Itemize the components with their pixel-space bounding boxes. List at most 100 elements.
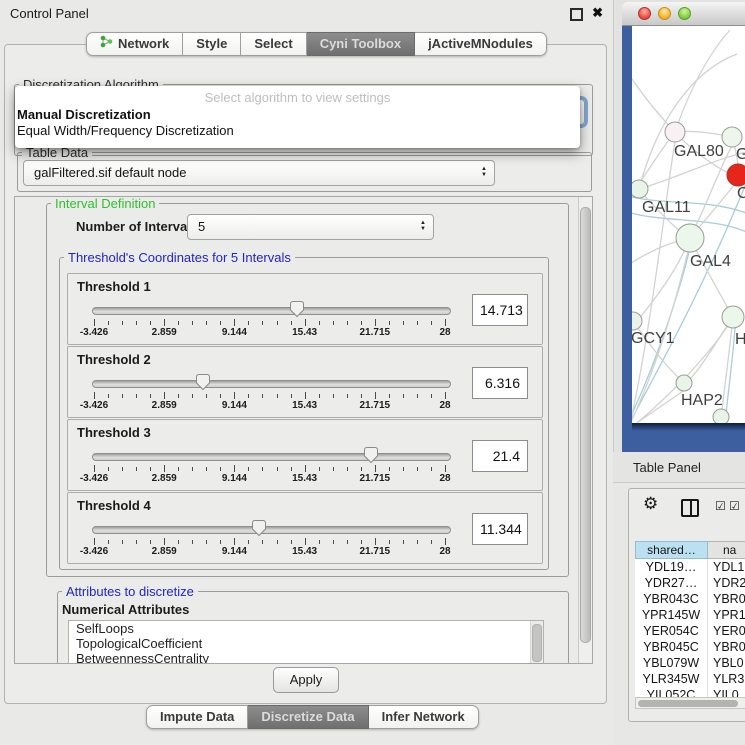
attribute-item-selfloops[interactable]: SelfLoops — [69, 621, 543, 636]
slider-tick — [108, 394, 109, 398]
checkbox-icon[interactable]: ☑ — [729, 499, 740, 513]
number-of-intervals-spinner[interactable]: 5 ▲▼ — [187, 214, 434, 240]
network-node[interactable] — [676, 375, 692, 391]
cell-shared-name[interactable]: YBR043C — [635, 591, 708, 607]
settings-scrollbar-thumb[interactable] — [580, 207, 591, 643]
cell-name[interactable]: YBR0 — [708, 639, 745, 655]
tab-infer-network[interactable]: Infer Network — [369, 705, 479, 729]
cell-name[interactable]: YBL0 — [708, 655, 745, 671]
cell-name[interactable]: YLR3 — [708, 671, 745, 687]
numerical-attributes-list[interactable]: SelfLoopsTopologicalCoefficientBetweenne… — [68, 620, 544, 664]
cell-shared-name[interactable]: YBR045C — [635, 639, 708, 655]
threshold-slider-thumb[interactable] — [289, 300, 305, 318]
cell-shared-name[interactable]: YBL079W — [635, 655, 708, 671]
table-row[interactable]: YBR045CYBR0 — [635, 639, 745, 655]
tab-network[interactable]: Network — [86, 32, 183, 56]
column-header-name[interactable]: na — [708, 541, 745, 559]
slider-tick — [445, 465, 446, 472]
threshold-value-field[interactable]: 21.4 — [472, 440, 528, 472]
algorithm-option-manual-discretization[interactable]: Manual Discretization — [15, 107, 580, 123]
slider-tick — [108, 321, 109, 325]
table-row[interactable]: YBR043CYBR0 — [635, 591, 745, 607]
threshold-slider-track[interactable] — [92, 380, 451, 388]
network-node[interactable] — [632, 180, 648, 198]
slider-tick — [108, 540, 109, 544]
cell-shared-name[interactable]: YPR145W — [635, 607, 708, 623]
cell-name[interactable]: YDL1 — [708, 559, 745, 575]
network-node[interactable] — [713, 409, 729, 423]
threshold-slider-track[interactable] — [92, 453, 451, 461]
cell-shared-name[interactable]: YLR345W — [635, 671, 708, 687]
table-row[interactable]: YER054CYER0 — [635, 623, 745, 639]
slider-tick — [206, 540, 207, 544]
table-data-combobox[interactable]: galFiltered.sif default node ▲▼ — [23, 160, 495, 186]
network-canvas[interactable]: GAL80GALCGAL11GAL4GCY1HHAP2 — [632, 26, 745, 423]
table-horizontal-scrollbar[interactable] — [635, 697, 745, 709]
checkbox-icon[interactable]: ☑ — [715, 499, 726, 513]
cell-shared-name[interactable]: YDL19… — [635, 559, 708, 575]
minimize-traffic-light-icon[interactable] — [658, 7, 671, 20]
cell-name[interactable]: YDR2 — [708, 575, 745, 591]
float-window-icon[interactable] — [570, 8, 583, 21]
thresholds-group-label: Threshold's Coordinates for 5 Intervals — [64, 250, 295, 265]
network-node[interactable] — [632, 312, 642, 330]
algorithm-option-equal-width-frequency-discretization[interactable]: Equal Width/Frequency Discretization — [15, 123, 580, 139]
slider-tick — [248, 394, 249, 398]
threshold-row: Threshold 2-3.4262.8599.14415.4321.71528… — [67, 346, 543, 418]
tab-jactivemnodules[interactable]: jActiveMNodules — [415, 32, 547, 56]
threshold-value-field[interactable]: 11.344 — [472, 513, 528, 545]
tab-impute-data[interactable]: Impute Data — [146, 705, 248, 729]
threshold-slider-thumb[interactable] — [251, 519, 267, 537]
attribute-item-betweennesscentrality[interactable]: BetweennessCentrality — [69, 651, 543, 664]
cell-name[interactable]: YER0 — [708, 623, 745, 639]
network-window-titlebar[interactable] — [622, 2, 745, 26]
network-node[interactable] — [722, 127, 742, 147]
cell-name[interactable]: YPR1 — [708, 607, 745, 623]
slider-tick — [178, 467, 179, 471]
threshold-slider-thumb[interactable] — [363, 446, 379, 464]
cell-shared-name[interactable]: YER054C — [635, 623, 708, 639]
split-columns-icon[interactable] — [681, 499, 699, 517]
slider-tick — [192, 540, 193, 544]
tab-style[interactable]: Style — [183, 32, 241, 56]
table-row[interactable]: YDR27…YDR2 — [635, 575, 745, 591]
network-node[interactable] — [665, 122, 685, 142]
tab-cyni-toolbox[interactable]: Cyni Toolbox — [307, 32, 415, 56]
threshold-slider-thumb[interactable] — [195, 373, 211, 391]
table-scrollbar-thumb[interactable] — [638, 700, 738, 707]
threshold-value-field[interactable]: 6.316 — [472, 367, 528, 399]
table-row[interactable]: YLR345WYLR3 — [635, 671, 745, 687]
threshold-value-field[interactable]: 14.713 — [472, 294, 528, 326]
close-icon[interactable]: ✖ — [592, 5, 603, 21]
zoom-traffic-light-icon[interactable] — [678, 7, 691, 20]
attribute-item-topologicalcoefficient[interactable]: TopologicalCoefficient — [69, 636, 543, 651]
cell-name[interactable]: YBR0 — [708, 591, 745, 607]
slider-tick — [122, 321, 123, 325]
bottom-tab-bar: Impute Data Discretize DataInfer Network — [146, 705, 479, 729]
column-header-shared-name[interactable]: shared… — [635, 541, 708, 559]
slider-tick — [291, 321, 292, 325]
slider-tick-label: 28 — [439, 400, 450, 411]
network-node[interactable] — [722, 306, 744, 328]
slider-tick — [389, 321, 390, 325]
threshold-slider-track[interactable] — [92, 526, 451, 534]
cell-shared-name[interactable]: YDR27… — [635, 575, 708, 591]
network-node[interactable] — [727, 164, 745, 186]
slider-tick — [122, 394, 123, 398]
table-row[interactable]: YDL19…YDL1 — [635, 559, 745, 575]
table-row[interactable]: YPR145WYPR1 — [635, 607, 745, 623]
tab-select[interactable]: Select — [241, 32, 306, 56]
table-row[interactable]: YBL079WYBL0 — [635, 655, 745, 671]
threshold-slider-track[interactable] — [92, 307, 451, 315]
tab-label: Impute Data — [160, 706, 234, 728]
attributes-scrollbar-thumb[interactable] — [532, 624, 542, 662]
apply-button[interactable]: Apply — [273, 667, 339, 693]
settings-scrollbar[interactable] — [578, 197, 592, 663]
attributes-group: Attributes to discretize Numerical Attri… — [57, 591, 569, 664]
slider-tick — [277, 540, 278, 544]
close-traffic-light-icon[interactable] — [638, 7, 651, 20]
network-node[interactable] — [676, 224, 704, 252]
attributes-scrollbar[interactable] — [530, 621, 543, 664]
tab-discretize-data[interactable]: Discretize Data — [248, 705, 368, 729]
gear-icon[interactable]: ⚙ — [643, 494, 658, 514]
